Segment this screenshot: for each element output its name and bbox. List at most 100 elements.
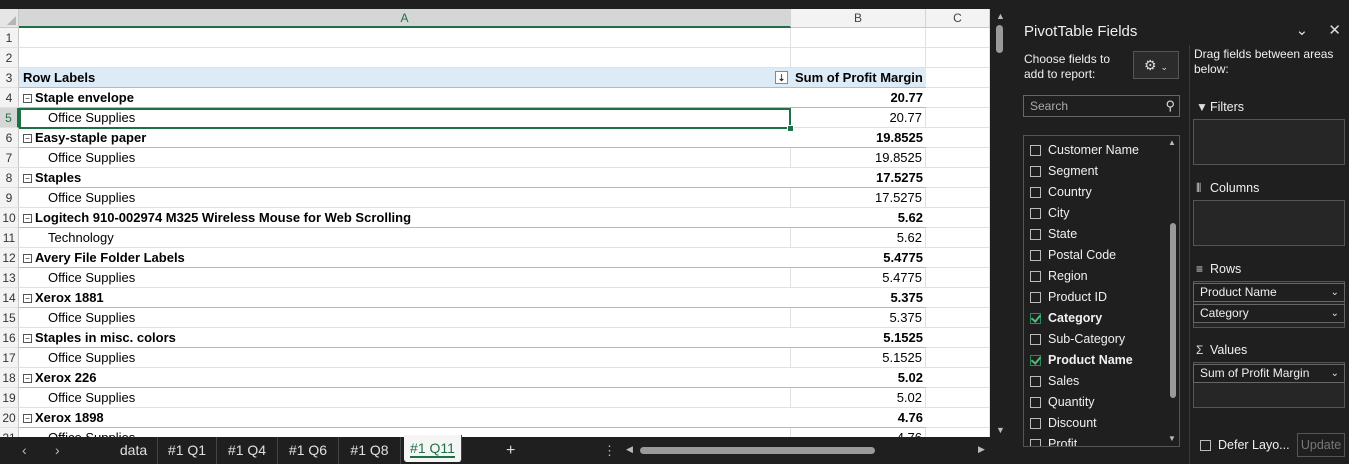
cell-c[interactable] — [926, 348, 990, 368]
cell-c[interactable] — [926, 408, 990, 428]
row-header[interactable]: 2 — [0, 48, 19, 68]
checkbox-icon[interactable] — [1030, 376, 1041, 387]
collapse-icon[interactable]: − — [23, 374, 32, 383]
select-all-corner[interactable] — [0, 9, 19, 28]
row-header[interactable]: 14 — [0, 288, 19, 308]
row-header[interactable]: 16 — [0, 328, 19, 348]
field-item[interactable]: Country — [1030, 182, 1092, 203]
scroll-right-icon[interactable]: ▶ — [978, 444, 985, 455]
row-header[interactable]: 17 — [0, 348, 19, 368]
field-item[interactable]: Sales — [1030, 371, 1079, 392]
more-options-icon[interactable]: ⋮ — [603, 437, 616, 464]
pivot-product-value[interactable]: 5.4775 — [791, 248, 926, 268]
fill-handle[interactable] — [787, 125, 794, 132]
row-header[interactable]: 20 — [0, 408, 19, 428]
pivot-product-label[interactable]: − Easy-staple paper — [19, 128, 791, 148]
row-header[interactable]: 18 — [0, 368, 19, 388]
checkbox-icon[interactable] — [1030, 250, 1041, 261]
field-list-settings-button[interactable]: ⚙ ⌄ — [1133, 51, 1179, 79]
field-item[interactable]: State — [1030, 224, 1077, 245]
field-item[interactable]: Discount — [1030, 413, 1097, 434]
cell-c[interactable] — [926, 268, 990, 288]
row-header[interactable]: 1 — [0, 28, 19, 48]
cell-c[interactable] — [926, 168, 990, 188]
checkbox-icon[interactable] — [1030, 208, 1041, 219]
pivot-category-value[interactable]: 5.62 — [791, 228, 926, 248]
cell-c[interactable] — [926, 28, 990, 48]
row-header[interactable]: 21 — [0, 428, 19, 437]
field-item[interactable]: Sub-Category — [1030, 329, 1125, 350]
scroll-left-icon[interactable]: ◀ — [626, 444, 633, 455]
scroll-down-icon[interactable]: ▼ — [996, 425, 1005, 435]
row-header[interactable]: 6 — [0, 128, 19, 148]
cell-c[interactable] — [926, 68, 990, 88]
checkbox-icon[interactable] — [1030, 439, 1041, 446]
pivot-category-value[interactable]: 5.4775 — [791, 268, 926, 288]
pivot-category-value[interactable]: 17.5275 — [791, 188, 926, 208]
filter-dropdown-icon[interactable]: ⇣ — [775, 71, 788, 84]
checked-checkbox-icon[interactable] — [1030, 355, 1041, 366]
pivot-category-value[interactable]: 4.76 — [791, 428, 926, 437]
row-header[interactable]: 13 — [0, 268, 19, 288]
spreadsheet-grid[interactable]: A B C 1 2 3 Row Labels ⇣ Sum of Profit Margin… — [0, 0, 990, 437]
row-header[interactable]: 11 — [0, 228, 19, 248]
column-header-b[interactable]: B — [791, 9, 926, 28]
pivot-product-value[interactable]: 20.77 — [791, 88, 926, 108]
cell-b[interactable] — [791, 48, 926, 68]
prev-sheet-icon[interactable]: ‹ — [22, 437, 27, 464]
field-search-input[interactable]: Search ⚲ — [1023, 95, 1180, 117]
pivot-category-label[interactable]: Office Supplies — [19, 148, 791, 168]
sheet-tab-q11[interactable]: #1 Q11 — [404, 435, 462, 462]
row-header[interactable]: 9 — [0, 188, 19, 208]
pivot-product-value[interactable]: 5.375 — [791, 288, 926, 308]
pivot-category-label[interactable]: Office Supplies — [19, 268, 791, 288]
checkbox-icon[interactable] — [1030, 166, 1041, 177]
filters-drop-area[interactable] — [1193, 119, 1345, 165]
cell-a[interactable] — [19, 28, 791, 48]
cell-b[interactable] — [791, 28, 926, 48]
chevron-down-icon[interactable]: ⌄ — [1296, 22, 1309, 39]
row-header[interactable]: 4 — [0, 88, 19, 108]
cell-c[interactable] — [926, 428, 990, 437]
pivot-category-value[interactable]: 5.375 — [791, 308, 926, 328]
cell-c[interactable] — [926, 228, 990, 248]
pivot-product-label[interactable]: − Xerox 1898 — [19, 408, 791, 428]
pivot-category-label[interactable]: Office Supplies — [19, 388, 791, 408]
cell-c[interactable] — [926, 188, 990, 208]
pivot-product-value[interactable]: 5.62 — [791, 208, 926, 228]
cell-c[interactable] — [926, 88, 990, 108]
pivot-product-label[interactable]: − Xerox 226 — [19, 368, 791, 388]
collapse-icon[interactable]: − — [23, 134, 32, 143]
update-button[interactable]: Update — [1297, 433, 1345, 457]
pivot-category-label[interactable]: Office Supplies — [19, 188, 791, 208]
vertical-scrollbar[interactable]: ▲ ▼ — [990, 9, 1010, 437]
field-item[interactable]: Product Name — [1030, 350, 1133, 371]
pivot-product-label[interactable]: − Logitech 910-002974 M325 Wireless Mouse… — [19, 208, 791, 228]
cell-c[interactable] — [926, 368, 990, 388]
sheet-tab-data[interactable]: data — [110, 437, 158, 464]
row-header[interactable]: 15 — [0, 308, 19, 328]
cell-c[interactable] — [926, 388, 990, 408]
checkbox-icon[interactable] — [1030, 292, 1041, 303]
defer-layout-checkbox[interactable]: Defer Layo... — [1200, 438, 1290, 452]
pivot-product-label[interactable]: − Staples — [19, 168, 791, 188]
cell-c[interactable] — [926, 48, 990, 68]
field-item[interactable]: City — [1030, 203, 1070, 224]
cell-c[interactable] — [926, 128, 990, 148]
checkbox-icon[interactable] — [1030, 271, 1041, 282]
pivot-row-labels-header[interactable]: Row Labels ⇣ — [19, 68, 791, 88]
row-header[interactable]: 12 — [0, 248, 19, 268]
pivot-category-value[interactable]: 5.02 — [791, 388, 926, 408]
pivot-product-label[interactable]: − Avery File Folder Labels — [19, 248, 791, 268]
field-list-scrollbar[interactable]: ▲ ▼ — [1168, 138, 1177, 444]
checked-checkbox-icon[interactable] — [1030, 313, 1041, 324]
pivot-category-value[interactable]: 19.8525 — [791, 148, 926, 168]
pivot-product-value[interactable]: 17.5275 — [791, 168, 926, 188]
next-sheet-icon[interactable]: › — [55, 437, 60, 464]
cell-c[interactable] — [926, 328, 990, 348]
row-header[interactable]: 7 — [0, 148, 19, 168]
cell-c[interactable] — [926, 308, 990, 328]
row-header[interactable]: 5 — [0, 108, 19, 128]
horizontal-scrollbar[interactable]: ◀ ▶ — [626, 443, 988, 457]
add-sheet-icon[interactable]: + — [506, 437, 515, 464]
